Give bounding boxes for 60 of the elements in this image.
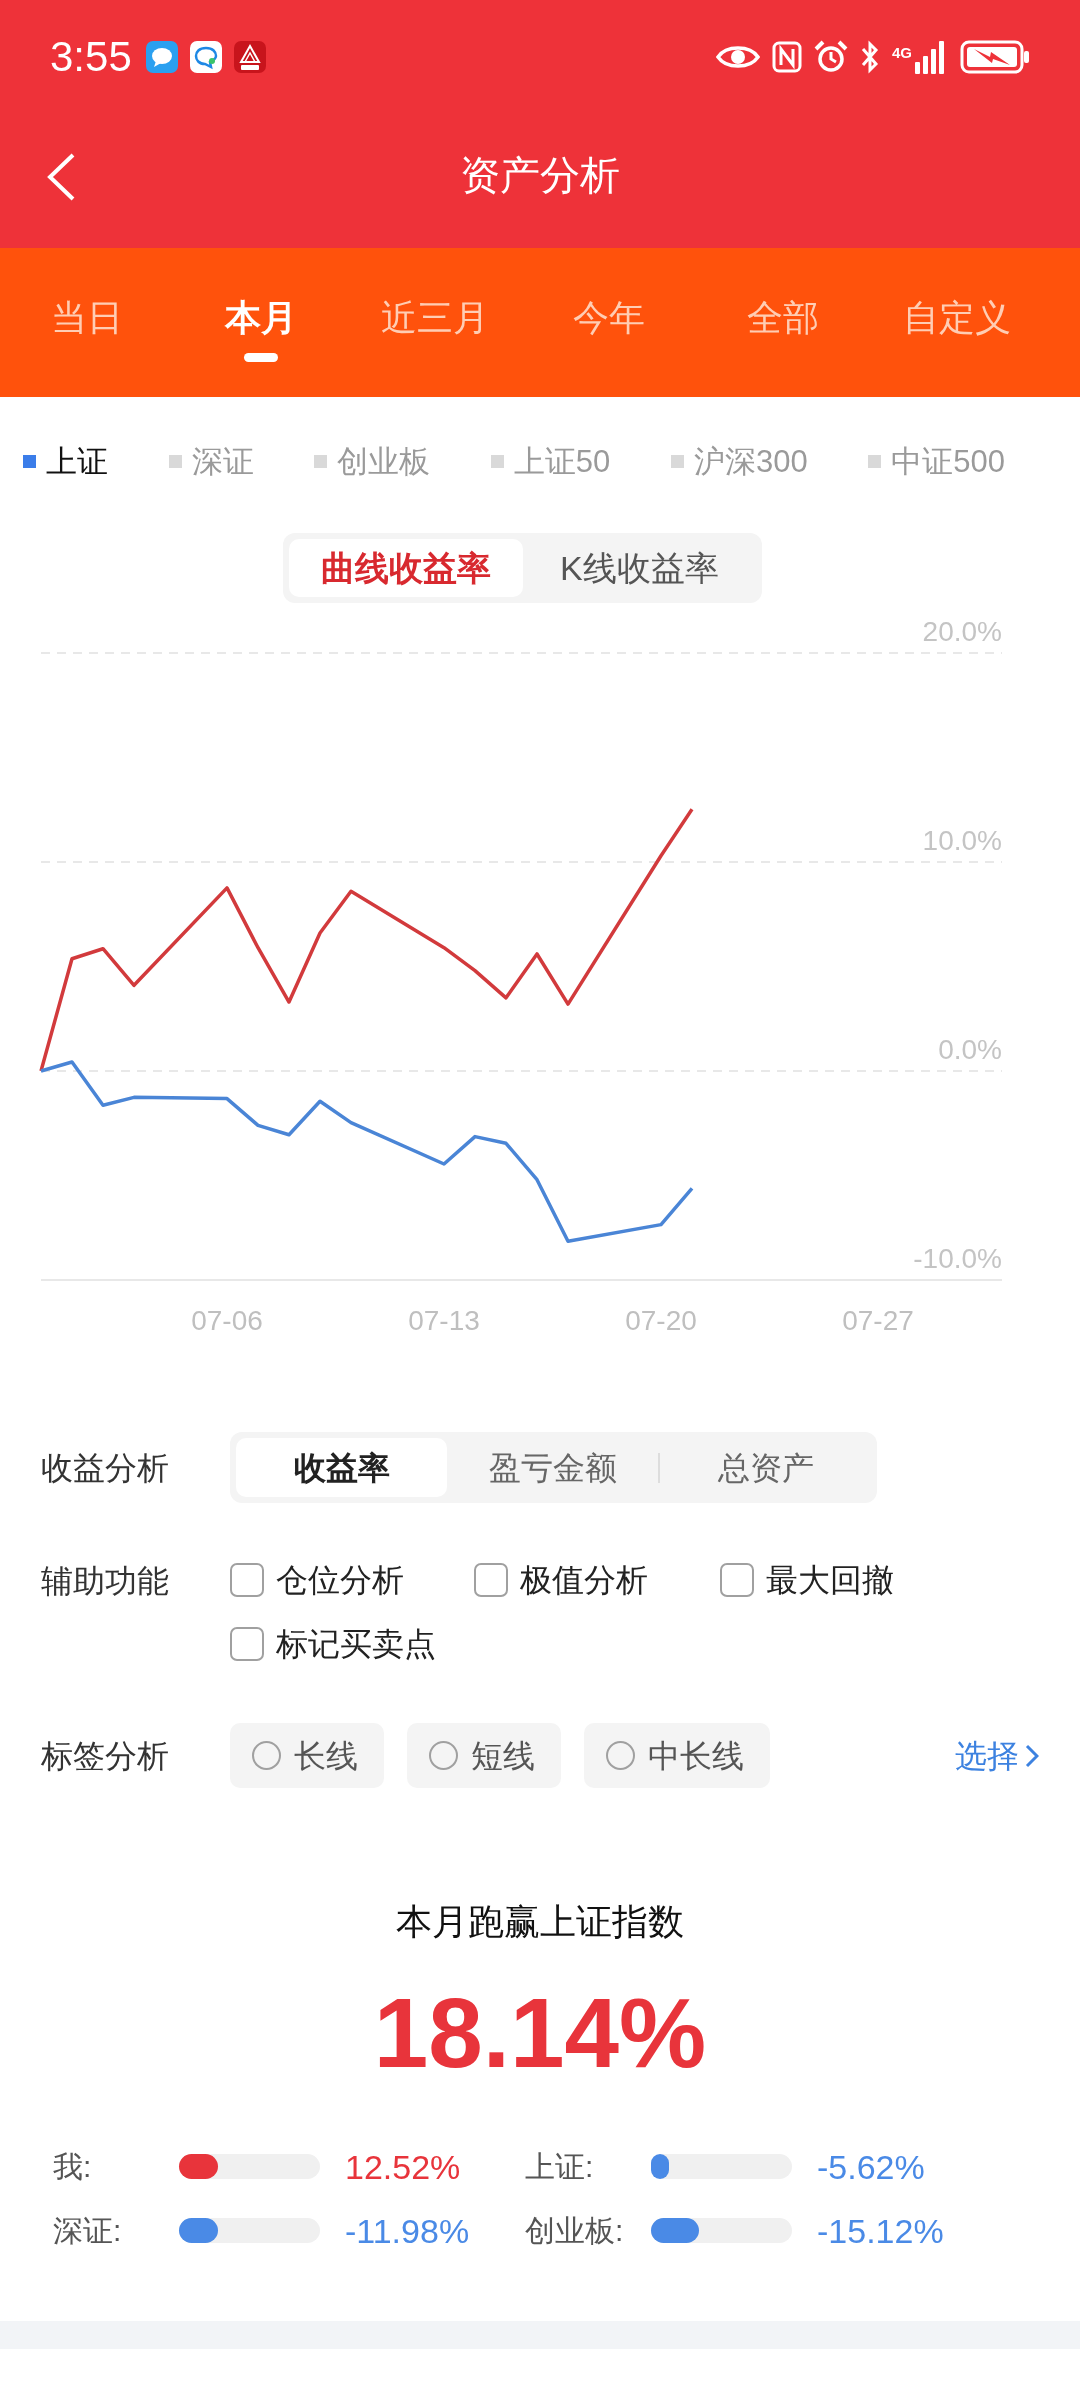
legend-square-icon	[670, 454, 684, 468]
legend-item[interactable]: 沪深300	[670, 445, 808, 477]
checkbox-option[interactable]: 仓位分析	[230, 1563, 474, 1597]
comparison-label: 创业板:	[525, 2215, 625, 2246]
checkbox-option[interactable]: 标记买卖点	[230, 1627, 474, 1661]
tag-chip[interactable]: 中长线	[584, 1723, 770, 1788]
legend-item[interactable]: 中证500	[868, 445, 1005, 477]
legend-square-icon	[868, 454, 882, 468]
checkbox-option[interactable]: 极值分析	[474, 1563, 720, 1597]
summary-title: 本月跑赢上证指数	[396, 1904, 684, 1940]
nfc-icon	[772, 41, 802, 73]
return-type-tab[interactable]: 盈亏金额	[447, 1438, 658, 1497]
comparison-value: 12.52%	[345, 2149, 461, 2184]
legend-square-icon	[314, 454, 328, 468]
comparison-value: -11.98%	[345, 2213, 470, 2248]
select-link[interactable]: 选择	[955, 1739, 1039, 1772]
tag-chip[interactable]: 长线	[230, 1723, 384, 1788]
triangle-app-icon	[233, 41, 266, 73]
chart-mode-tab[interactable]: K线收益率	[522, 539, 756, 597]
return-type-tab[interactable]: 收益率	[236, 1438, 447, 1497]
network-type: 4G	[892, 45, 912, 60]
legend-square-icon	[490, 454, 504, 468]
tag-chip[interactable]: 短线	[407, 1723, 561, 1788]
message-app-icon	[145, 41, 178, 73]
x-axis-label: 07-06	[191, 1305, 263, 1336]
alarm-icon	[814, 40, 848, 74]
bluetooth-icon	[860, 40, 880, 74]
chevron-right-icon	[1025, 1743, 1039, 1768]
chart-mode-tab[interactable]: 曲线收益率	[289, 539, 523, 597]
section-label: 标签分析	[41, 1739, 170, 1772]
comparison-value: -5.62%	[817, 2149, 925, 2184]
y-axis-label: 10.0%	[922, 825, 1002, 856]
x-axis-label: 07-27	[842, 1305, 914, 1336]
section-label: 收益分析	[41, 1451, 170, 1484]
comparison-label: 上证:	[525, 2151, 595, 2182]
section-label: 辅助功能	[41, 1563, 170, 1599]
x-axis-label: 07-13	[408, 1305, 480, 1336]
back-icon[interactable]	[46, 152, 76, 202]
comparison-label: 我:	[53, 2151, 93, 2182]
chat-app-icon	[189, 41, 222, 73]
page-title: 资产分析	[460, 155, 620, 195]
checkbox-option[interactable]: 最大回撤	[720, 1563, 894, 1597]
y-axis-label: -10.0%	[913, 1243, 1002, 1274]
legend-item[interactable]: 上证	[23, 445, 108, 477]
return-type-tab[interactable]: 总资产	[660, 1438, 871, 1497]
legend-item[interactable]: 创业板	[314, 445, 431, 477]
comparison-value: -15.12%	[817, 2213, 944, 2248]
comparison-label: 深证:	[53, 2215, 123, 2246]
status-time: 3:55	[50, 36, 132, 78]
y-axis-label: 20.0%	[922, 616, 1002, 647]
battery-charging-icon	[960, 40, 1030, 74]
x-axis-label: 07-20	[625, 1305, 697, 1336]
legend-item[interactable]: 上证50	[490, 445, 611, 477]
tab-indicator	[244, 353, 278, 362]
legend-item[interactable]: 深证	[168, 445, 254, 477]
outperformance-value: 18.14%	[373, 1984, 707, 2082]
legend-square-icon	[23, 454, 36, 468]
legend-square-icon	[168, 454, 182, 468]
y-axis-label: 0.0%	[938, 1034, 1002, 1065]
period-tab[interactable]: 本月	[174, 248, 348, 397]
